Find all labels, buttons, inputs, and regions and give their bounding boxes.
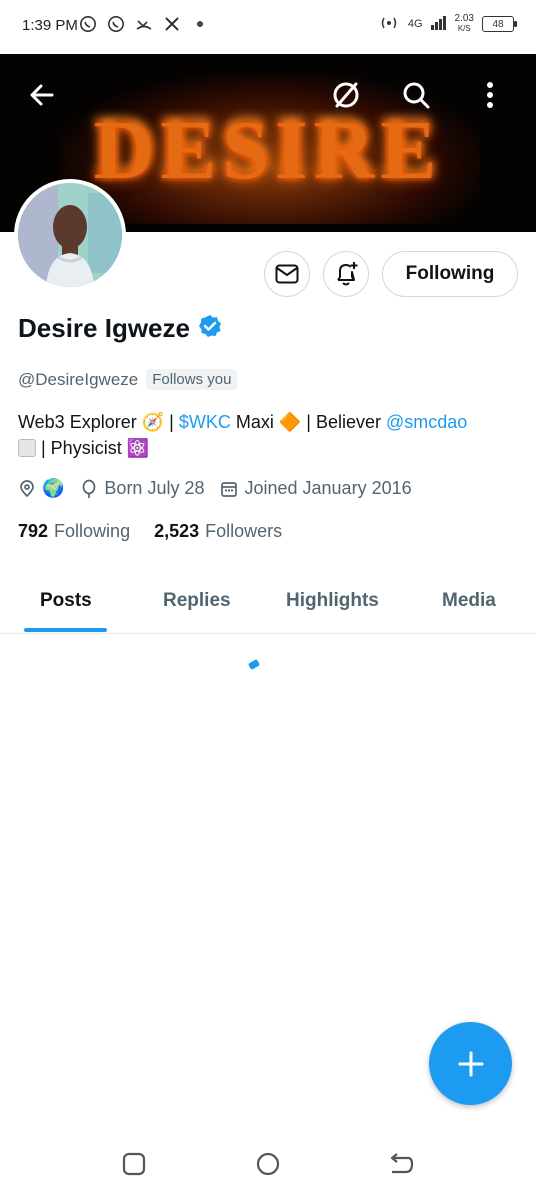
profile-avatar[interactable] (14, 179, 126, 291)
data-speed-unit: K/S (457, 24, 471, 33)
calendar-icon (221, 481, 238, 497)
tab-highlights[interactable]: Highlights (286, 590, 379, 612)
follow-counts: 792 Following 2,523 Followers (18, 521, 282, 542)
message-button[interactable] (264, 251, 310, 297)
following-count: 792 (18, 521, 49, 541)
birthday-item: Born July 28 (80, 478, 204, 499)
status-bar: 1:39 PM 4G 2.03 K/S 48 (0, 0, 536, 54)
whatsapp-business-icon (106, 14, 126, 34)
more-options-button[interactable] (470, 75, 510, 115)
data-speed-value: 2.03 (454, 13, 474, 24)
handle-row: @DesireIgweze Follows you (18, 369, 238, 390)
dot-icon (190, 14, 210, 34)
square-icon (122, 1152, 146, 1176)
mention-link[interactable]: @smcdao (386, 412, 467, 432)
grok-icon (333, 82, 359, 108)
plus-icon (458, 1051, 483, 1076)
x-logo-icon (162, 14, 182, 34)
location-value: 🌍 (42, 478, 65, 498)
missed-call-icon (134, 14, 154, 34)
system-navigation-bar (0, 1130, 536, 1200)
username-handle: @DesireIgweze (18, 369, 139, 389)
back-button[interactable] (22, 75, 62, 115)
grok-button[interactable] (326, 75, 366, 115)
battery-level: 48 (492, 18, 504, 30)
system-indicators: 4G 2.03 K/S 48 (378, 14, 517, 34)
notifications-button[interactable] (323, 251, 369, 297)
followers-count-link[interactable]: 2,523 Followers (154, 521, 282, 542)
following-label: Following (54, 521, 131, 541)
display-name: Desire Igweze (18, 313, 190, 343)
data-speed: 2.03 K/S (455, 14, 474, 34)
following-button[interactable]: Following (382, 251, 518, 297)
circle-icon (256, 1152, 280, 1176)
status-time: 1:39 PM (22, 17, 78, 34)
verified-badge-icon (198, 314, 222, 343)
profile-meta: 🌍 Born July 28 Joined January 2016 (18, 478, 428, 499)
network-type: 4G (407, 18, 423, 30)
followers-label: Followers (205, 521, 283, 541)
bio-text-2: Maxi 🔶 | Believer (230, 412, 386, 432)
bio-text-1: Web3 Explorer 🧭 | (18, 412, 179, 432)
active-tab-indicator (24, 628, 107, 632)
followers-count: 2,523 (154, 521, 200, 541)
profile-name-row: Desire Igweze (18, 313, 222, 344)
birthday-text: Born July 28 (104, 478, 205, 498)
avatar-image (18, 183, 122, 287)
search-icon (403, 82, 430, 109)
home-button[interactable] (256, 1152, 280, 1181)
bio-text-3: | Physicist ⚛️ (36, 438, 150, 458)
joined-text: Joined January 2016 (244, 478, 412, 498)
hotspot-icon (378, 15, 400, 34)
arrow-left-icon (30, 84, 54, 106)
loading-spinner (247, 658, 261, 671)
location-pin-icon (20, 479, 34, 497)
signal-icon (430, 15, 447, 33)
recent-apps-button[interactable] (122, 1152, 146, 1181)
envelope-icon (275, 264, 299, 284)
following-count-link[interactable]: 792 Following (18, 521, 130, 542)
profile-tabs: Posts Replies Highlights Media (0, 570, 536, 634)
joined-item: Joined January 2016 (220, 478, 412, 499)
tab-posts[interactable]: Posts (40, 590, 92, 612)
profile-bio: Web3 Explorer 🧭 | $WKC Maxi 🔶 | Believer… (18, 409, 518, 461)
back-arrow-icon (390, 1153, 414, 1174)
balloon-icon (83, 479, 96, 498)
battery-icon: 48 (482, 16, 517, 32)
tab-replies[interactable]: Replies (163, 590, 231, 612)
whatsapp-icon (78, 14, 98, 34)
search-button[interactable] (396, 75, 436, 115)
bell-plus-icon (337, 262, 358, 286)
compose-post-button[interactable] (429, 1022, 512, 1105)
notification-icons (78, 14, 210, 34)
follows-you-badge: Follows you (146, 369, 238, 390)
cashtag-link[interactable]: $WKC (179, 412, 231, 432)
location-item: 🌍 (18, 478, 64, 499)
tab-media[interactable]: Media (442, 590, 496, 612)
white-square-icon (18, 439, 36, 457)
more-vertical-icon (487, 82, 493, 108)
back-nav-button[interactable] (388, 1152, 414, 1181)
